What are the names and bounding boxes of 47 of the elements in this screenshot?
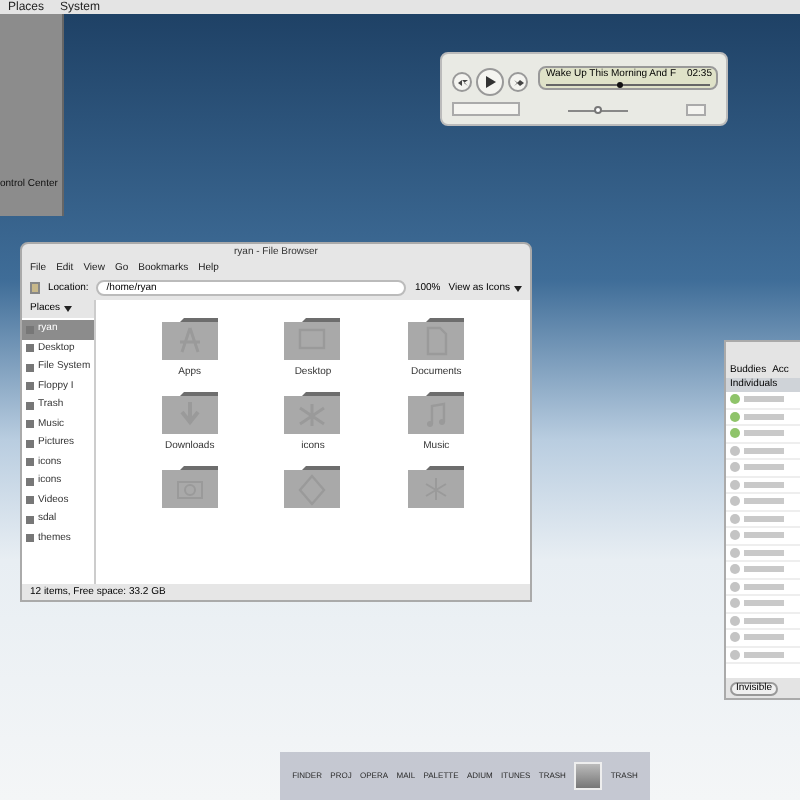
play-button[interactable] [476, 68, 504, 96]
forward-button[interactable] [508, 72, 528, 92]
rewind-icon [457, 79, 467, 85]
folder-icon[interactable] [282, 464, 343, 508]
blurred-buddy-name [744, 464, 784, 471]
folder-icon[interactable] [159, 390, 220, 434]
place-icon [26, 496, 34, 505]
blurred-buddy-name [744, 566, 784, 573]
blurred-buddy-name [744, 549, 784, 556]
rewind-button[interactable] [452, 72, 472, 92]
folder-icon[interactable] [282, 316, 343, 360]
dock-tile-icon[interactable] [574, 762, 603, 790]
folder-icon[interactable] [406, 316, 467, 360]
blurred-buddy-name [744, 515, 784, 522]
fast-forward-icon [513, 79, 523, 85]
blurred-buddy-name [744, 396, 784, 403]
play-icon [485, 76, 495, 88]
caret-icon [514, 285, 522, 291]
place-icon [26, 401, 34, 410]
place-icon [26, 420, 34, 429]
folder-icon[interactable] [282, 390, 343, 434]
place-icon [26, 382, 34, 391]
caret-icon [64, 306, 73, 312]
blurred-buddy-name [744, 617, 784, 624]
place-icon [26, 363, 34, 372]
blurred-buddy-name [744, 498, 784, 505]
place-icon [26, 458, 34, 467]
folder-icon[interactable] [406, 464, 467, 508]
folder-icon[interactable] [159, 316, 220, 360]
place-icon [26, 515, 34, 524]
blurred-buddy-name [744, 447, 784, 454]
progress-thumb[interactable] [616, 82, 623, 88]
blurred-buddy-name [744, 583, 784, 590]
volume-slider-thumb[interactable] [594, 106, 602, 114]
blurred-buddy-name [744, 651, 784, 658]
blurred-buddy-name [744, 481, 784, 488]
blurred-buddy-name [744, 413, 784, 420]
blurred-buddy-name [744, 600, 784, 607]
folder-icon[interactable] [406, 390, 467, 434]
folder-icon[interactable] [159, 464, 220, 508]
blurred-buddy-name [744, 430, 784, 437]
place-icon [26, 534, 34, 543]
blurred-buddy-name [744, 634, 784, 641]
blurred-buddy-name [744, 532, 784, 539]
place-icon [26, 439, 34, 448]
place-icon [26, 477, 34, 486]
place-icon [26, 344, 34, 353]
